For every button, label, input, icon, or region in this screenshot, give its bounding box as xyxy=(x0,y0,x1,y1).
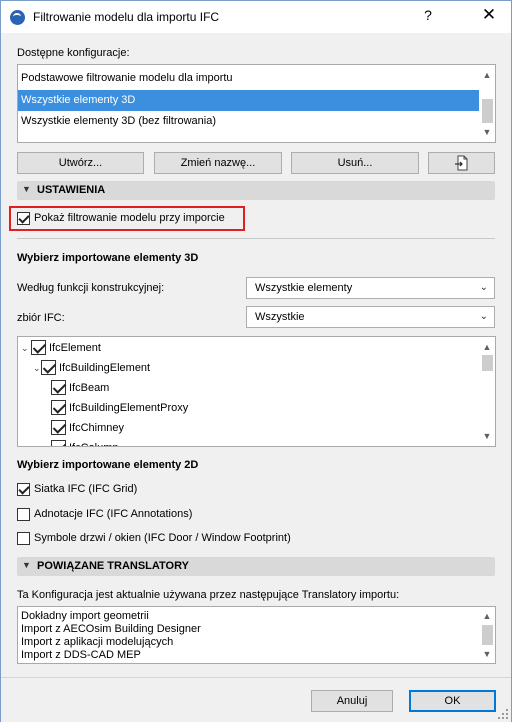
help-button[interactable]: ? xyxy=(418,7,438,23)
ifc-set-value: Wszystkie xyxy=(255,311,305,323)
scroll-down-icon[interactable]: ▼ xyxy=(479,428,495,444)
chevron-down-icon: ⌄ xyxy=(479,311,488,322)
cancel-button[interactable]: Anuluj xyxy=(311,690,393,712)
tree-label: IfcBuildingElement xyxy=(59,362,151,374)
ifc-grid-checkbox[interactable] xyxy=(17,483,30,496)
translators-description: Ta Konfiguracja jest aktualnie używana p… xyxy=(17,589,400,601)
dialog-window: Filtrowanie modelu dla importu IFC ? ✕ D… xyxy=(0,0,512,722)
scroll-up-icon[interactable]: ▲ xyxy=(479,67,495,83)
scroll-down-icon[interactable]: ▼ xyxy=(479,124,495,140)
door-window-label[interactable]: Symbole drzwi / okien (IFC Door / Window… xyxy=(34,532,291,544)
collapse-triangle-icon[interactable]: ▼ xyxy=(22,184,31,194)
expand-chevron-icon[interactable]: ⌄ xyxy=(21,338,29,358)
ifc-annotations-checkbox[interactable] xyxy=(17,508,30,521)
ok-button[interactable]: OK xyxy=(409,690,496,712)
scroll-up-icon[interactable]: ▲ xyxy=(479,339,495,355)
tree-label: IfcChimney xyxy=(69,422,125,434)
configs-label: Dostępne konfiguracje: xyxy=(17,47,130,59)
translators-header-label: POWIĄZANE TRANSLATORY xyxy=(37,560,189,572)
show-filtering-checkbox[interactable] xyxy=(17,212,30,225)
tree-scrollbar[interactable]: ▲ ▼ xyxy=(479,337,495,446)
import-file-icon xyxy=(454,155,467,171)
tree-checkbox[interactable] xyxy=(51,380,66,395)
create-button[interactable]: Utwórz... xyxy=(17,152,144,174)
translators-scrollbar[interactable]: ▲ ▼ xyxy=(479,607,495,663)
config-item[interactable]: Wszystkie elementy 3D (bez filtrowania) xyxy=(18,111,481,132)
scroll-down-icon[interactable]: ▼ xyxy=(479,646,495,662)
tree-checkbox[interactable] xyxy=(31,340,46,355)
scroll-thumb[interactable] xyxy=(482,625,493,645)
rename-button[interactable]: Zmień nazwę... xyxy=(154,152,282,174)
by-function-value: Wszystkie elementy xyxy=(255,282,353,294)
tree-label: IfcBuildingElementProxy xyxy=(69,402,189,414)
configs-scrollbar[interactable]: ▲ ▼ xyxy=(479,65,495,142)
elements2d-header: Wybierz importowane elementy 2D xyxy=(17,459,199,471)
translator-item: Import z AECOsim Building Designer xyxy=(21,623,201,635)
door-window-checkbox[interactable] xyxy=(17,532,30,545)
by-function-label: Według funkcji konstrukcyjnej: xyxy=(17,282,165,294)
show-filtering-label[interactable]: Pokaż filtrowanie modelu przy imporcie xyxy=(34,212,225,224)
tree-label: IfcColumn xyxy=(69,438,119,446)
by-function-select[interactable]: Wszystkie elementy ⌄ xyxy=(246,277,495,299)
translator-item: Import z aplikacji modelujących xyxy=(21,636,174,648)
scroll-thumb[interactable] xyxy=(482,99,493,123)
configs-list[interactable]: Podstawowe filtrowanie modelu dla import… xyxy=(17,64,496,143)
dialog-footer: Anuluj OK xyxy=(1,677,511,722)
collapse-triangle-icon[interactable]: ▼ xyxy=(22,560,31,570)
title-bar: Filtrowanie modelu dla importu IFC ? ✕ xyxy=(1,1,511,33)
archicad-logo-icon xyxy=(10,10,25,25)
window-title: Filtrowanie modelu dla importu IFC xyxy=(33,10,220,24)
scroll-up-icon[interactable]: ▲ xyxy=(479,608,495,624)
close-button[interactable]: ✕ xyxy=(478,5,500,25)
ifc-set-select[interactable]: Wszystkie ⌄ xyxy=(246,306,495,328)
settings-header-label: USTAWIENIA xyxy=(37,184,106,196)
tree-checkbox[interactable] xyxy=(41,360,56,375)
scroll-thumb[interactable] xyxy=(482,355,493,371)
delete-button[interactable]: Usuń... xyxy=(291,152,419,174)
translator-item: Import z DDS-CAD MEP xyxy=(21,649,141,661)
config-item-selected[interactable]: Wszystkie elementy 3D xyxy=(18,90,481,111)
divider xyxy=(17,238,495,239)
ifc-tree[interactable]: ⌄ IfcElement ⌄ IfcBuildingElement IfcBea… xyxy=(17,336,496,447)
ifc-annotations-label[interactable]: Adnotacje IFC (IFC Annotations) xyxy=(34,508,192,520)
tree-label: IfcElement xyxy=(49,342,101,354)
elements3d-header: Wybierz importowane elementy 3D xyxy=(17,252,199,264)
config-item[interactable]: Podstawowe filtrowanie modelu dla import… xyxy=(18,68,481,89)
translators-list[interactable]: Dokładny import geometrii Import z AECOs… xyxy=(17,606,496,664)
chevron-down-icon: ⌄ xyxy=(479,282,488,293)
ifc-grid-label[interactable]: Siatka IFC (IFC Grid) xyxy=(34,483,137,495)
import-config-button[interactable] xyxy=(428,152,495,174)
resize-grip-icon[interactable] xyxy=(498,709,508,719)
settings-section-header[interactable]: ▼ USTAWIENIA xyxy=(17,181,495,200)
tree-checkbox[interactable] xyxy=(51,400,66,415)
ifc-set-label: zbiór IFC: xyxy=(17,312,65,324)
tree-label: IfcBeam xyxy=(69,382,110,394)
translator-item: Dokładny import geometrii xyxy=(21,610,149,622)
expand-chevron-icon[interactable]: ⌄ xyxy=(33,358,41,378)
translators-section-header[interactable]: ▼ POWIĄZANE TRANSLATORY xyxy=(17,557,495,576)
tree-checkbox[interactable] xyxy=(51,420,66,435)
tree-checkbox[interactable] xyxy=(51,440,66,446)
